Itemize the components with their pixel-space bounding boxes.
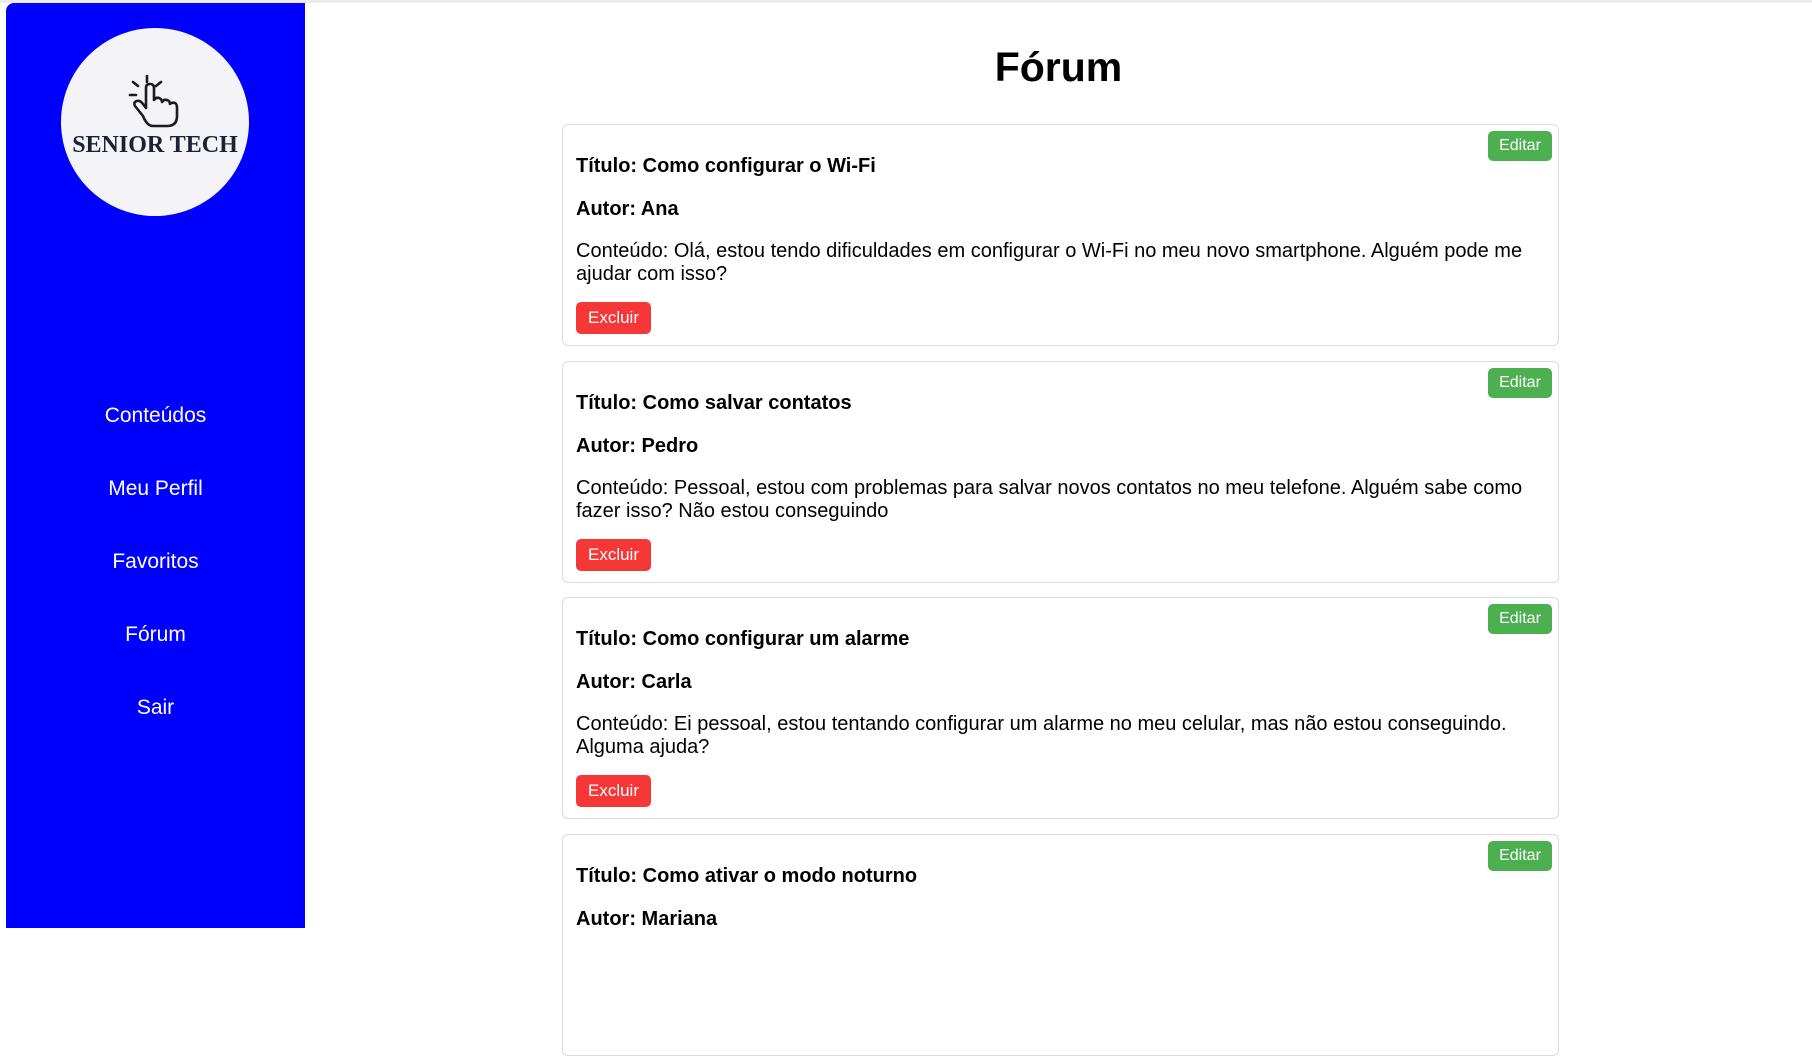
forum-post: Editar Título: Como ativar o modo noturn… <box>562 834 1559 1056</box>
post-content: Conteúdo: Olá, estou tendo dificuldades … <box>576 240 1523 285</box>
post-content: Conteúdo: Ei pessoal, estou tentando con… <box>576 713 1507 758</box>
logo-text: SENIOR TECH <box>72 132 238 158</box>
logo[interactable]: SENIOR TECH <box>61 28 249 216</box>
nav-favoritos[interactable]: Favoritos <box>6 542 305 615</box>
forum-post: Editar Título: Como configurar um alarme… <box>562 597 1559 819</box>
nav-forum[interactable]: Fórum <box>6 615 305 688</box>
post-author: Autor: Carla <box>576 671 692 693</box>
forum-post: Editar Título: Como configurar o Wi-Fi A… <box>562 124 1559 346</box>
post-content: Conteúdo: Pessoal, estou com problemas p… <box>576 477 1523 522</box>
post-title: Título: Como salvar contatos <box>576 392 852 414</box>
post-author: Autor: Ana <box>576 198 679 220</box>
delete-button[interactable]: Excluir <box>576 539 651 571</box>
edit-button[interactable]: Editar <box>1488 131 1552 161</box>
page-title: Fórum <box>994 44 1123 90</box>
post-title: Título: Como configurar o Wi-Fi <box>576 155 876 177</box>
edit-button[interactable]: Editar <box>1488 368 1552 398</box>
sidebar-nav: Conteúdos Meu Perfil Favoritos Fórum Sai… <box>6 396 305 761</box>
post-title: Título: Como configurar um alarme <box>576 628 910 650</box>
sidebar: SENIOR TECH Conteúdos Meu Perfil Favorit… <box>6 3 305 928</box>
post-title: Título: Como ativar o modo noturno <box>576 865 918 887</box>
edit-button[interactable]: Editar <box>1488 604 1552 634</box>
delete-button[interactable]: Excluir <box>576 775 651 807</box>
forum-post: Editar Título: Como salvar contatos Auto… <box>562 361 1559 583</box>
post-author: Autor: Pedro <box>576 435 699 457</box>
tap-hand-icon <box>128 74 179 128</box>
delete-button[interactable]: Excluir <box>576 302 651 334</box>
nav-meu-perfil[interactable]: Meu Perfil <box>6 469 305 542</box>
edit-button[interactable]: Editar <box>1488 841 1552 871</box>
nav-conteudos[interactable]: Conteúdos <box>6 396 305 469</box>
nav-sair[interactable]: Sair <box>6 688 305 761</box>
